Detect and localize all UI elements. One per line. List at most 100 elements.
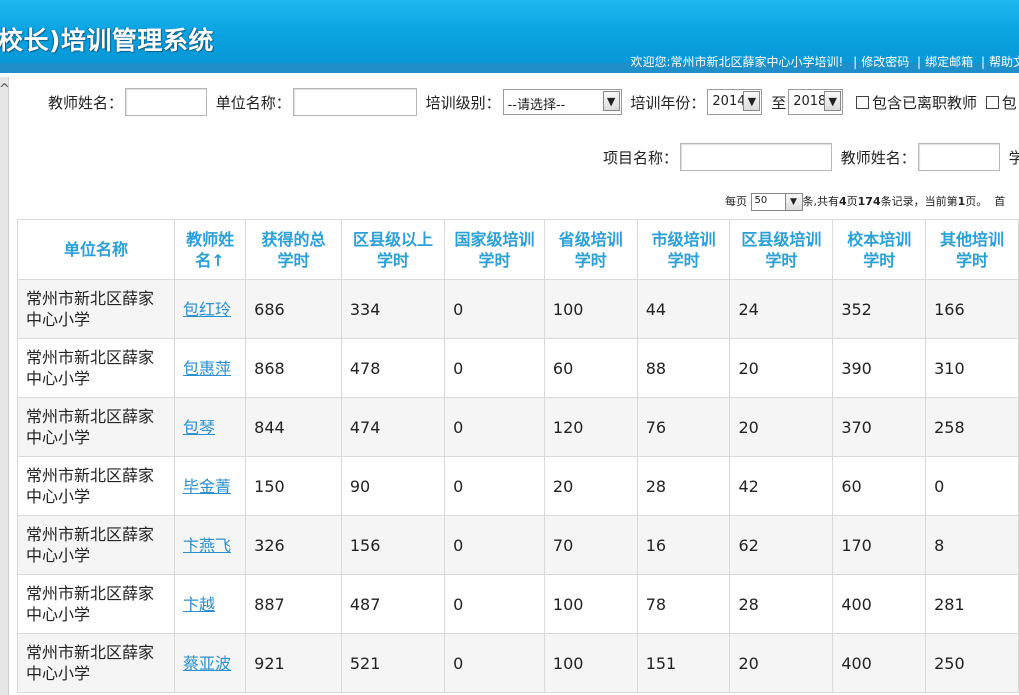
column-header-school[interactable]: 校本培训学时 <box>832 219 927 280</box>
per-page-select[interactable]: 50 ▼ <box>750 193 803 211</box>
include-more-checkbox[interactable] <box>985 95 999 109</box>
project-name-input[interactable] <box>680 143 833 171</box>
chevron-down-icon[interactable]: ▼ <box>743 91 761 111</box>
cell-school: 352 <box>832 279 927 339</box>
cell-unit: 常州市新北区薛家中心小学 <box>17 515 175 575</box>
column-header-district[interactable]: 区县级培训学时 <box>729 219 834 280</box>
column-header-total-hours[interactable]: 获得的总学时 <box>245 219 342 280</box>
cell-provincial: 100 <box>543 633 638 693</box>
cell-provincial: 20 <box>543 456 638 516</box>
teacher-link[interactable]: 包惠萍 <box>183 359 231 378</box>
year-to-select[interactable]: 2018 ▼ <box>788 89 844 115</box>
cell-national: 0 <box>444 338 545 398</box>
cell-district: 20 <box>729 338 834 398</box>
total-prefix: 条,共有 <box>802 195 840 208</box>
records-suffix: 条记录，当前第 <box>880 195 958 208</box>
training-level-label: 培训级别： <box>425 93 501 112</box>
cell-unit: 常州市新北区薛家中心小学 <box>17 574 175 634</box>
project-name-label: 项目名称： <box>603 148 679 167</box>
chevron-down-icon[interactable]: ▼ <box>824 91 842 111</box>
cell-school: 170 <box>832 515 927 575</box>
unit-name-input[interactable] <box>292 88 417 116</box>
teacher-link[interactable]: 包红玲 <box>183 300 231 319</box>
cell-other: 8 <box>925 515 1019 575</box>
cell-city: 44 <box>636 279 731 339</box>
include-more-label: 包 <box>1001 93 1017 112</box>
cell-city: 16 <box>636 515 731 575</box>
table-row: 常州市新北区薛家中心小学 毕金菁 150 90 0 20 28 42 60 0 <box>17 456 1019 516</box>
column-header-national[interactable]: 国家级培训学时 <box>444 219 545 280</box>
chevron-down-icon[interactable]: ▼ <box>602 91 620 111</box>
cell-other: 0 <box>925 456 1019 516</box>
cell-unit: 常州市新北区薛家中心小学 <box>17 633 175 693</box>
cell-provincial: 60 <box>543 338 638 398</box>
year-to-label: 至 <box>771 93 787 112</box>
cell-unit: 常州市新北区薛家中心小学 <box>17 456 175 516</box>
sidebar-collapse-bar[interactable]: ^ <box>0 77 10 695</box>
training-level-select[interactable]: --请选择-- ▼ <box>502 89 622 115</box>
table-row: 常州市新北区薛家中心小学 卞燕飞 326 156 0 70 16 62 170 8 <box>17 515 1019 575</box>
user-bar: 欢迎您:常州市新北区薛家中心小学培训! | 修改密码 | 绑定邮箱 | 帮助文 <box>630 53 1019 70</box>
cell-provincial: 120 <box>543 397 638 457</box>
page-count: 4 <box>839 195 847 208</box>
current-suffix: 页。 <box>965 195 988 208</box>
cell-city: 28 <box>636 456 731 516</box>
teacher-name-input-2[interactable] <box>917 143 1000 171</box>
cell-city: 88 <box>636 338 731 398</box>
column-header-teacher[interactable]: 教师姓名↑ <box>173 219 247 280</box>
year-from-select[interactable]: 2014 ▼ <box>707 89 763 115</box>
cell-district-above: 478 <box>340 338 446 398</box>
training-level-value: --请选择-- <box>507 98 566 113</box>
first-page-link[interactable]: 首 <box>994 195 1005 208</box>
cell-district-above: 156 <box>340 515 446 575</box>
cell-other: 258 <box>925 397 1019 457</box>
cell-provincial: 100 <box>543 574 638 634</box>
column-header-other[interactable]: 其他培训学时 <box>925 219 1019 280</box>
column-header-provincial[interactable]: 省级培训学时 <box>543 219 638 280</box>
chevron-down-icon[interactable]: ▼ <box>784 194 802 210</box>
teacher-link[interactable]: 卞越 <box>183 595 215 614</box>
per-page-value: 50 <box>754 195 768 206</box>
cell-total-hours: 150 <box>245 456 342 516</box>
table-row: 常州市新北区薛家中心小学 包惠萍 868 478 0 60 88 20 390 310 <box>17 338 1019 398</box>
cell-other: 166 <box>925 279 1019 339</box>
year-to-value: 2018 <box>793 94 827 109</box>
app-header: 校长)培训管理系统 欢迎您:常州市新北区薛家中心小学培训! | 修改密码 | 绑定邮… <box>0 0 1019 73</box>
cell-teacher: 卞越 <box>173 574 247 634</box>
cell-unit: 常州市新北区薛家中心小学 <box>17 338 175 398</box>
change-password-link[interactable]: 修改密码 <box>861 55 909 69</box>
teacher-link[interactable]: 毕金菁 <box>183 477 231 496</box>
column-header-city[interactable]: 市级培训学时 <box>636 219 731 280</box>
cell-provincial: 70 <box>543 515 638 575</box>
include-left-label: 包含已离职教师 <box>871 93 977 112</box>
cell-district-above: 487 <box>340 574 446 634</box>
teacher-link[interactable]: 包琴 <box>183 418 215 437</box>
column-header-unit[interactable]: 单位名称 <box>17 219 175 280</box>
help-link[interactable]: 帮助文 <box>989 55 1019 69</box>
cell-district: 42 <box>729 456 834 516</box>
cell-teacher: 包琴 <box>173 397 247 457</box>
trailing-label: 学 <box>1008 148 1019 167</box>
welcome-text: 欢迎您:常州市新北区薛家中心小学培训! <box>630 55 844 69</box>
search-row-1: 教师姓名： 单位名称： 培训级别： --请选择-- ▼ 培训年份： 2014 ▼ 至 20… <box>48 88 1017 118</box>
cell-district-above: 90 <box>340 456 446 516</box>
column-header-district-above[interactable]: 区县级以上学时 <box>340 219 446 280</box>
cell-national: 0 <box>444 574 545 634</box>
cell-teacher: 包惠萍 <box>173 338 247 398</box>
table-row: 常州市新北区薛家中心小学 卞越 887 487 0 100 78 28 400 281 <box>17 574 1019 634</box>
training-hours-table: 单位名称 教师姓名↑ 获得的总学时 区县级以上学时 国家级培训学时 省级培训学时… <box>17 219 1019 693</box>
teacher-link[interactable]: 卞燕飞 <box>183 536 231 555</box>
include-left-checkbox[interactable] <box>855 95 869 109</box>
pagination-info: 每页 50 ▼ 条,共有4页174条记录，当前第1页。 首 <box>725 193 1005 211</box>
chevron-up-icon[interactable]: ^ <box>0 83 10 96</box>
cell-district: 62 <box>729 515 834 575</box>
table-row: 常州市新北区薛家中心小学 包红玲 686 334 0 100 44 24 352 166 <box>17 279 1019 339</box>
unit-name-label: 单位名称： <box>215 93 291 112</box>
cell-national: 0 <box>444 397 545 457</box>
cell-teacher: 蔡亚波 <box>173 633 247 693</box>
cell-total-hours: 921 <box>245 633 342 693</box>
cell-total-hours: 887 <box>245 574 342 634</box>
teacher-link[interactable]: 蔡亚波 <box>183 654 231 673</box>
teacher-name-input[interactable] <box>125 88 208 116</box>
bind-email-link[interactable]: 绑定邮箱 <box>925 55 973 69</box>
